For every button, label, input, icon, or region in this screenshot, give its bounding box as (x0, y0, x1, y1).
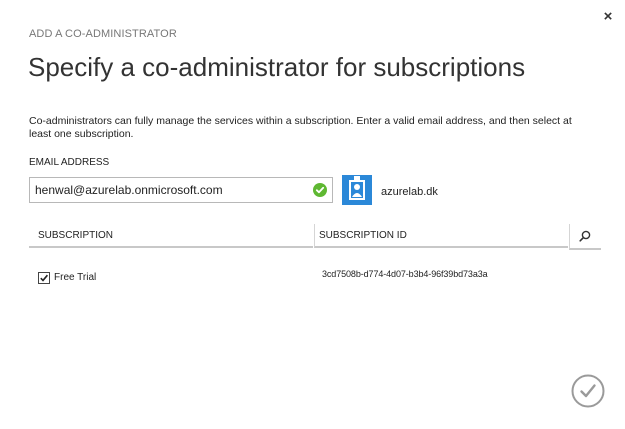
checkmark-circle-icon[interactable] (571, 374, 605, 408)
subscription-checkbox[interactable] (38, 272, 50, 284)
step-label: ADD A CO-ADMINISTRATOR (29, 28, 177, 40)
close-icon[interactable]: × (600, 9, 616, 25)
directory-name: azurelab.dk (381, 186, 438, 198)
checkmark-icon (40, 274, 49, 282)
description-text: Co-administrators can fully manage the s… (29, 115, 572, 140)
email-field[interactable] (35, 178, 305, 202)
email-label: EMAIL ADDRESS (29, 157, 110, 168)
table-row[interactable]: Free Trial 3cd7508b-d774-4d07-b3b4-96f39… (29, 262, 600, 290)
subscriptions-table-header: SUBSCRIPTION SUBSCRIPTION ID (29, 224, 601, 250)
column-header-subscription-id[interactable]: SUBSCRIPTION ID (314, 224, 568, 248)
user-badge-icon (342, 175, 372, 205)
check-circle-icon (313, 183, 327, 197)
subscription-name: Free Trial (54, 272, 97, 283)
page-title: Specify a co-administrator for subscript… (28, 52, 526, 82)
email-field-container (29, 177, 333, 203)
search-icon (579, 230, 591, 242)
subscription-id: 3cd7508b-d774-4d07-b3b4-96f39bd73a3a (322, 269, 488, 279)
table-search-button[interactable] (569, 224, 601, 250)
column-header-subscription[interactable]: SUBSCRIPTION (29, 224, 313, 248)
